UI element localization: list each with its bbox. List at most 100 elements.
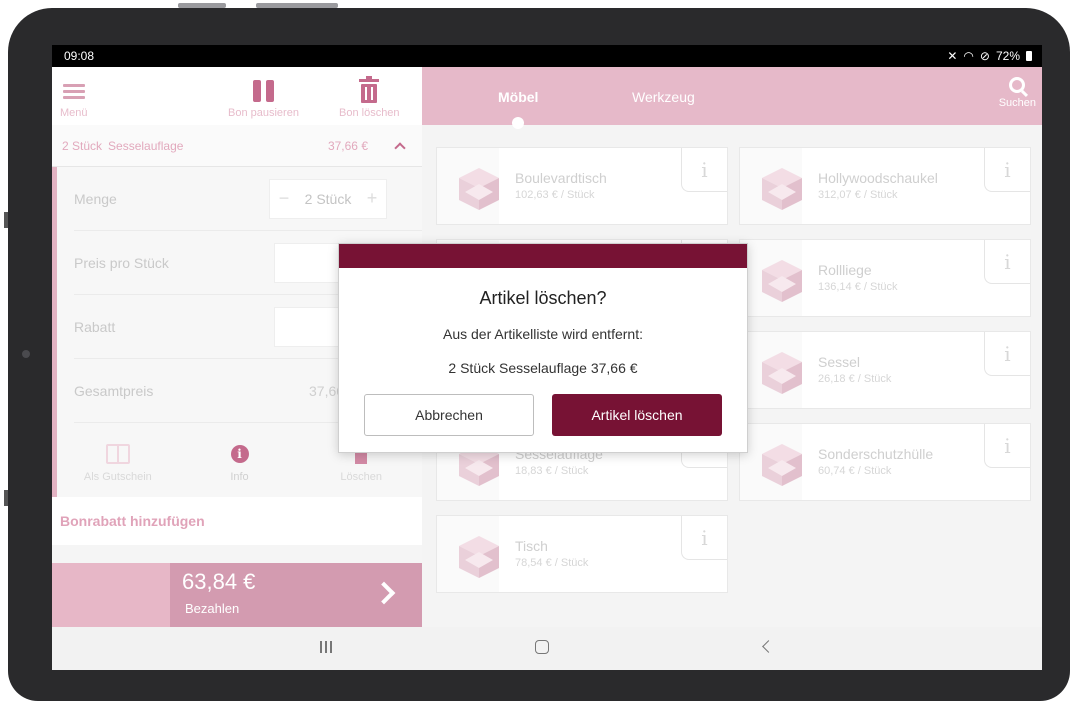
menu-label: Menü	[60, 107, 88, 119]
cart-toolbar: Menü Bon pausieren Bon löschen	[52, 67, 422, 125]
menu-icon	[62, 77, 85, 105]
add-receipt-discount[interactable]: Bonrabatt hinzufügen	[52, 497, 422, 545]
product-card[interactable]: Tisch 78,54 € / Stück i	[436, 515, 728, 593]
recent-apps-icon[interactable]	[320, 641, 332, 653]
delete-receipt-label: Bon löschen	[339, 107, 400, 119]
product-price: 312,07 € / Stück	[818, 189, 898, 201]
product-thumbnail	[437, 516, 499, 592]
voucher-button[interactable]: Als Gutschein	[57, 429, 179, 495]
product-thumbnail	[740, 240, 802, 316]
wifi-icon: ◠	[963, 49, 974, 63]
product-info-button[interactable]: i	[681, 148, 727, 192]
status-bar: 09:08 ✕ ◠ ⊘ 72%	[52, 45, 1042, 67]
camera-dot	[22, 350, 30, 358]
active-tab-indicator	[512, 117, 524, 129]
quantity-label: Menge	[74, 190, 117, 207]
pause-receipt-button[interactable]: Bon pausieren	[228, 77, 299, 119]
home-icon[interactable]	[535, 640, 549, 654]
gift-icon	[105, 444, 130, 464]
box-icon	[455, 532, 499, 580]
product-name: Hollywoodschaukel	[818, 170, 938, 186]
pause-icon	[252, 77, 274, 105]
tab-werkzeug[interactable]: Werkzeug	[632, 89, 695, 105]
search-icon	[1009, 77, 1026, 93]
product-thumbnail	[740, 332, 802, 408]
system-nav-bar	[52, 627, 1042, 670]
product-name: Tisch	[515, 538, 548, 554]
product-thumbnail	[437, 148, 499, 224]
dialog-message: Aus der Artikelliste wird entfernt:	[443, 326, 643, 342]
screen: 09:08 ✕ ◠ ⊘ 72% Menü Bon pausieren Bon l…	[52, 45, 1042, 670]
product-info-button[interactable]: i	[984, 240, 1030, 284]
cart-item-name: Sesselauflage	[108, 138, 184, 153]
voucher-label: Als Gutschein	[83, 471, 152, 483]
minus-button[interactable]: −	[270, 188, 298, 209]
side-notch	[4, 212, 8, 228]
product-price: 26,18 € / Stück	[818, 373, 892, 385]
back-icon[interactable]	[762, 640, 775, 653]
info-icon: i	[1004, 157, 1011, 182]
search-label: Suchen	[998, 97, 1036, 109]
category-bar: Möbel Werkzeug Suchen	[422, 67, 1042, 129]
clock: 09:08	[64, 49, 95, 63]
quantity-value[interactable]: 2 Stück	[298, 191, 358, 207]
search-button[interactable]: Suchen	[999, 77, 1036, 109]
delete-confirm-dialog: Artikel löschen? Aus der Artikelliste wi…	[338, 243, 748, 453]
pay-amount: 63,84 €	[182, 569, 256, 594]
product-info-button[interactable]: i	[984, 424, 1030, 468]
product-card[interactable]: Hollywoodschaukel 312,07 € / Stück i	[739, 147, 1031, 225]
delete-article-button[interactable]: Artikel löschen	[552, 394, 722, 436]
chevron-up-icon[interactable]	[394, 141, 406, 154]
box-icon	[758, 440, 802, 488]
cart-item-quantity: 2 Stück	[62, 138, 103, 153]
volume-button	[178, 3, 226, 8]
product-name: Boulevardtisch	[515, 170, 607, 186]
quantity-stepper: − 2 Stück +	[269, 178, 387, 219]
dialog-header-bar	[339, 244, 747, 268]
product-info-button[interactable]: i	[681, 516, 727, 560]
box-icon	[758, 256, 802, 304]
info-button[interactable]: i Info	[179, 429, 301, 495]
info-icon: i	[1004, 249, 1011, 274]
pause-label: Bon pausieren	[228, 107, 299, 119]
box-icon	[455, 164, 499, 212]
cart-item-price: 37,66 €	[327, 138, 368, 153]
side-notch	[4, 490, 8, 506]
delete-receipt-button[interactable]: Bon löschen	[339, 76, 400, 119]
info-icon: i	[701, 525, 708, 550]
discount-label: Rabatt	[74, 318, 116, 335]
plus-button[interactable]: +	[358, 188, 386, 209]
product-price: 60,74 € / Stück	[818, 465, 892, 477]
product-card[interactable]: Rollliege 136,14 € / Stück i	[739, 239, 1031, 317]
product-price: 102,63 € / Stück	[515, 189, 595, 201]
mute-icon: ✕	[947, 49, 958, 63]
product-name: Sessel	[818, 354, 861, 370]
product-price: 78,54 € / Stück	[515, 557, 589, 569]
pay-button[interactable]: 63,84 € Bezahlen	[52, 563, 422, 627]
menu-button[interactable]: Menü	[60, 77, 88, 119]
product-price: 18,83 € / Stück	[515, 465, 589, 477]
product-card[interactable]: Sonderschutzhülle 60,74 € / Stück i	[739, 423, 1031, 501]
product-info-button[interactable]: i	[984, 332, 1030, 376]
dialog-title: Artikel löschen?	[479, 288, 607, 308]
product-name: Sonderschutzhülle	[818, 446, 934, 462]
box-icon	[758, 164, 802, 212]
status-icons: ✕ ◠ ⊘ 72%	[947, 49, 1032, 63]
cart-item-header[interactable]: 2 Stück Sesselauflage 37,66 €	[52, 125, 422, 167]
info-icon: i	[230, 445, 249, 463]
unit-price-label: Preis pro Stück	[74, 254, 169, 271]
battery-percent: 72%	[995, 49, 1020, 63]
product-info-button[interactable]: i	[984, 148, 1030, 192]
product-thumbnail	[740, 424, 802, 500]
cancel-button[interactable]: Abbrechen	[364, 394, 534, 436]
product-price: 136,14 € / Stück	[818, 281, 898, 293]
product-card[interactable]: Boulevardtisch 102,63 € / Stück i	[436, 147, 728, 225]
product-thumbnail	[740, 148, 802, 224]
product-card[interactable]: Sessel 26,18 € / Stück i	[739, 331, 1031, 409]
battery-icon	[1026, 51, 1032, 61]
trash-icon	[359, 76, 380, 105]
info-icon: i	[701, 157, 708, 182]
quantity-row: Menge − 2 Stück +	[74, 167, 422, 231]
tab-moebel[interactable]: Möbel	[498, 89, 538, 105]
total-label: Gesamtpreis	[74, 382, 154, 399]
